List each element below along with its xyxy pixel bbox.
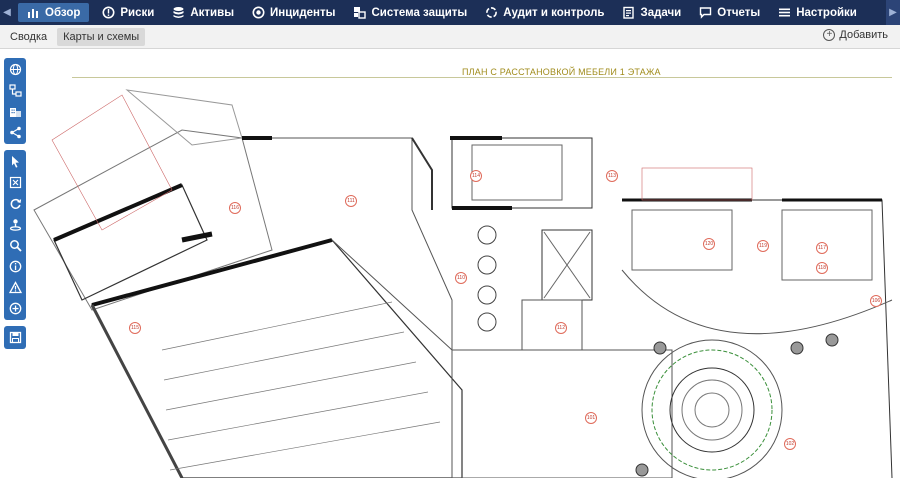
nav-label-assets: Активы: [190, 6, 235, 19]
top-navigation: ◀ Обзор Риски Активы Инциденты Система з…: [0, 0, 900, 25]
room-label-118[interactable]: 118: [816, 262, 828, 274]
map-tools: [4, 58, 26, 355]
pointer-icon[interactable]: [4, 151, 26, 172]
zoom-icon[interactable]: [4, 235, 26, 256]
warning-icon[interactable]: [4, 277, 26, 298]
tool-group-layers: [4, 58, 26, 144]
room-label-120[interactable]: 120: [703, 238, 715, 250]
room-label-113[interactable]: 113: [606, 170, 618, 182]
floor-plan[interactable]: ПЛАН С РАССТАНОВКОЙ МЕБЕЛИ 1 ЭТАЖА 116 1…: [32, 50, 900, 478]
nav-item-reports[interactable]: Отчеты: [690, 0, 769, 25]
nav-label-audit: Аудит и контроль: [503, 6, 605, 19]
room-label-101[interactable]: 101: [585, 412, 597, 424]
info-icon[interactable]: [4, 256, 26, 277]
nav-item-incidents[interactable]: Инциденты: [243, 0, 344, 25]
nav-label-tasks: Задачи: [640, 6, 682, 19]
nav-item-audit[interactable]: Аудит и контроль: [476, 0, 613, 25]
tool-group-actions: [4, 150, 26, 320]
room-label-102[interactable]: 102: [784, 438, 796, 450]
add-circle-icon[interactable]: [4, 298, 26, 319]
room-label-117[interactable]: 117: [816, 242, 828, 254]
refresh-icon[interactable]: [4, 193, 26, 214]
clipboard-icon: [622, 6, 635, 19]
target-icon: [252, 6, 265, 19]
building-icon[interactable]: [4, 101, 26, 122]
link-nodes-icon[interactable]: [4, 80, 26, 101]
nav-label-settings: Настройки: [796, 6, 857, 19]
fit-icon[interactable]: [4, 172, 26, 193]
floor-plan-drawing: [33, 89, 893, 478]
tool-group-save: [4, 326, 26, 349]
nav-label-overview: Обзор: [45, 6, 81, 19]
add-button[interactable]: + Добавить: [823, 29, 888, 41]
nav-label-reports: Отчеты: [717, 6, 761, 19]
share-icon[interactable]: [4, 122, 26, 143]
user-pin-icon[interactable]: [4, 214, 26, 235]
nav-item-overview[interactable]: Обзор: [18, 3, 90, 22]
room-label-106[interactable]: 106: [870, 295, 882, 307]
shield-grid-icon: [353, 6, 367, 19]
globe-icon[interactable]: [4, 59, 26, 80]
chat-icon: [699, 6, 712, 19]
room-label-119[interactable]: 119: [757, 240, 769, 252]
room-label-116[interactable]: 116: [229, 202, 241, 214]
tab-summary[interactable]: Сводка: [4, 28, 53, 46]
menu-icon: [778, 6, 791, 19]
room-label-112[interactable]: 112: [555, 322, 567, 334]
nav-label-risks: Риски: [120, 6, 155, 19]
room-label-110[interactable]: 110: [455, 272, 467, 284]
nav-label-protection: Система защиты: [371, 6, 468, 19]
nav-scroll-left-icon[interactable]: ◀: [0, 0, 14, 25]
nav-item-risks[interactable]: Риски: [93, 0, 163, 25]
chart-icon: [27, 6, 40, 19]
nav-item-protection[interactable]: Система защиты: [344, 0, 476, 25]
nav-scroll-right-icon[interactable]: ▶: [886, 0, 900, 25]
save-icon[interactable]: [4, 327, 26, 348]
tab-maps-and-schemes[interactable]: Карты и схемы: [57, 27, 146, 46]
nav-item-settings[interactable]: Настройки: [769, 0, 866, 25]
database-icon: [172, 6, 185, 19]
cycle-icon: [485, 6, 498, 19]
sub-toolbar: Сводка Карты и схемы + Добавить: [0, 25, 900, 49]
nav-label-incidents: Инциденты: [270, 6, 336, 19]
add-button-label: Добавить: [839, 29, 888, 41]
room-label-111[interactable]: 111: [345, 195, 357, 207]
alert-circle-icon: [102, 6, 115, 19]
room-label-114[interactable]: 114: [470, 170, 482, 182]
room-label-115[interactable]: 115: [129, 322, 141, 334]
nav-item-assets[interactable]: Активы: [163, 0, 243, 25]
plus-circle-icon: +: [823, 29, 836, 41]
nav-item-tasks[interactable]: Задачи: [613, 0, 690, 25]
